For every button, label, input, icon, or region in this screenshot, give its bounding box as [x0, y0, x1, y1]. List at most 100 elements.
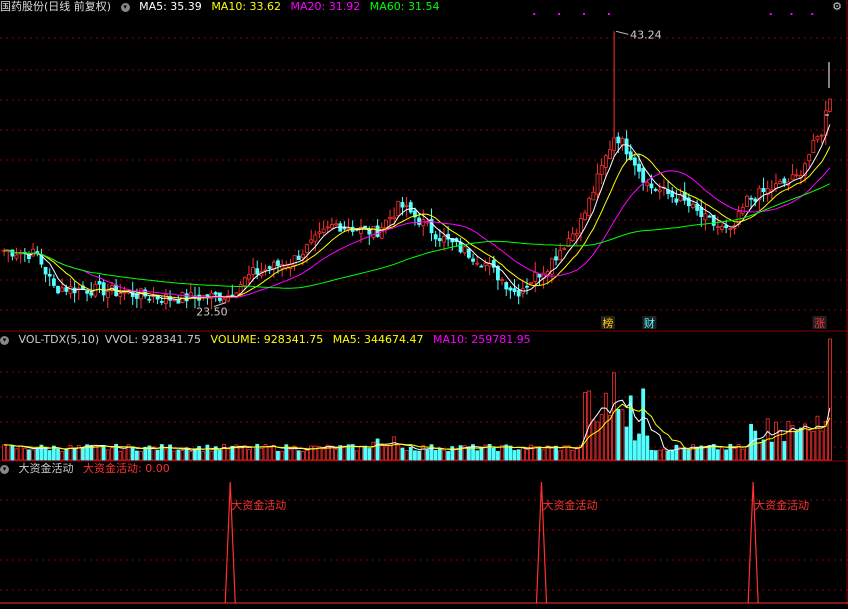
volume-bar	[280, 450, 285, 461]
candle-body	[56, 285, 60, 294]
candle-body	[537, 273, 542, 278]
volume-bar	[251, 446, 255, 461]
candle-body	[807, 154, 812, 162]
candle-body	[437, 238, 442, 242]
volume-bar	[259, 448, 264, 461]
volume-bar	[724, 449, 729, 461]
candle-body	[342, 227, 347, 230]
candle-body	[180, 292, 185, 303]
candle-body	[782, 178, 787, 184]
volume-bar	[143, 446, 148, 461]
volume-bar	[794, 430, 799, 461]
signal-spike-label: 大资金活动	[231, 498, 286, 512]
volume-bar	[201, 450, 206, 461]
volume-bar	[193, 448, 197, 461]
candle-body	[595, 173, 600, 195]
ma60-label: MA60: 31.54	[369, 0, 440, 13]
event-dot	[583, 13, 585, 15]
candle-body	[645, 182, 650, 186]
volume-bar	[305, 449, 309, 461]
candle-body	[599, 165, 604, 175]
candle-body	[761, 188, 766, 193]
signal-spike-label: 大资金活动	[543, 498, 598, 512]
candle-body	[31, 248, 36, 257]
candle-body	[703, 213, 708, 221]
candle-body	[504, 282, 509, 290]
candle-body	[657, 189, 662, 193]
candle-body	[603, 155, 608, 168]
volume-bar	[60, 450, 65, 461]
volume-bar	[549, 446, 554, 461]
volume-bar	[566, 445, 571, 461]
volume-bar	[574, 448, 579, 461]
volume-bar	[433, 450, 438, 461]
signal-header: ▾ 大资金活动 大资金活动: 0.00	[0, 462, 176, 476]
candle-body	[122, 291, 127, 294]
candle-body	[579, 218, 583, 234]
chevron-down-icon[interactable]: ▾	[0, 335, 9, 345]
volume-bar	[715, 449, 720, 461]
volume-bar	[720, 446, 724, 461]
candle-body	[707, 215, 712, 218]
volume-bar	[72, 447, 77, 461]
candle-body	[383, 219, 388, 228]
chevron-down-icon[interactable]: ▾	[0, 464, 9, 474]
candle-body	[612, 137, 617, 151]
volume-bar	[819, 430, 824, 461]
volume-bar	[267, 446, 272, 461]
volume-bar	[408, 446, 413, 461]
volume-bar	[321, 448, 326, 461]
volume-bar	[686, 449, 691, 461]
volume-bar	[47, 450, 52, 461]
settings-gear-icon[interactable]: ⚙	[830, 1, 844, 13]
candle-body	[309, 239, 314, 243]
candle-body	[375, 225, 380, 237]
candle-body	[97, 281, 102, 285]
volume-bar	[446, 451, 451, 461]
vol-ma5-label: MA5: 344674.47	[332, 333, 424, 346]
volume-bar	[18, 445, 23, 461]
volume-bar	[649, 449, 654, 461]
chevron-down-icon[interactable]: ▾	[120, 2, 130, 12]
volume-bar	[288, 449, 293, 461]
volume-bar	[421, 445, 426, 461]
candle-body	[587, 197, 592, 216]
candle-body	[417, 217, 421, 225]
volume-bar	[296, 450, 301, 461]
candle-body	[64, 287, 69, 292]
volume-bar	[437, 448, 442, 461]
ma5-line	[4, 124, 831, 301]
candle-body	[172, 299, 177, 302]
volume-bar	[653, 450, 658, 461]
candle-body	[43, 266, 48, 275]
volume-label: VOLUME: 928341.75	[210, 333, 324, 346]
candle-body	[466, 248, 471, 258]
volume-bar	[188, 451, 193, 461]
candle-body	[267, 266, 272, 269]
volume-bar	[769, 441, 774, 461]
candle-body	[296, 255, 301, 261]
candle-body	[51, 278, 56, 286]
volume-bar	[475, 450, 480, 461]
volume-bar	[6, 444, 11, 461]
candle-body	[404, 204, 409, 207]
volume-bar	[670, 449, 675, 461]
volume-bar	[10, 445, 15, 461]
volume-bar	[599, 414, 604, 461]
volume-bar	[334, 449, 338, 461]
candle-body	[558, 250, 563, 261]
volume-bar	[807, 430, 812, 461]
candle-body	[276, 260, 280, 266]
volume-bar	[682, 447, 687, 461]
volume-bar	[64, 449, 69, 461]
candle-body	[778, 181, 783, 184]
candle-body	[85, 290, 89, 294]
volume-bar	[81, 446, 85, 461]
candle-body	[819, 134, 824, 137]
signal-value: 大资金活动: 0.00	[83, 462, 170, 475]
candle-body	[14, 254, 19, 259]
candle-body	[525, 285, 529, 288]
candle-body	[649, 183, 654, 189]
event-dot	[607, 13, 610, 15]
volume-bar	[383, 446, 388, 461]
